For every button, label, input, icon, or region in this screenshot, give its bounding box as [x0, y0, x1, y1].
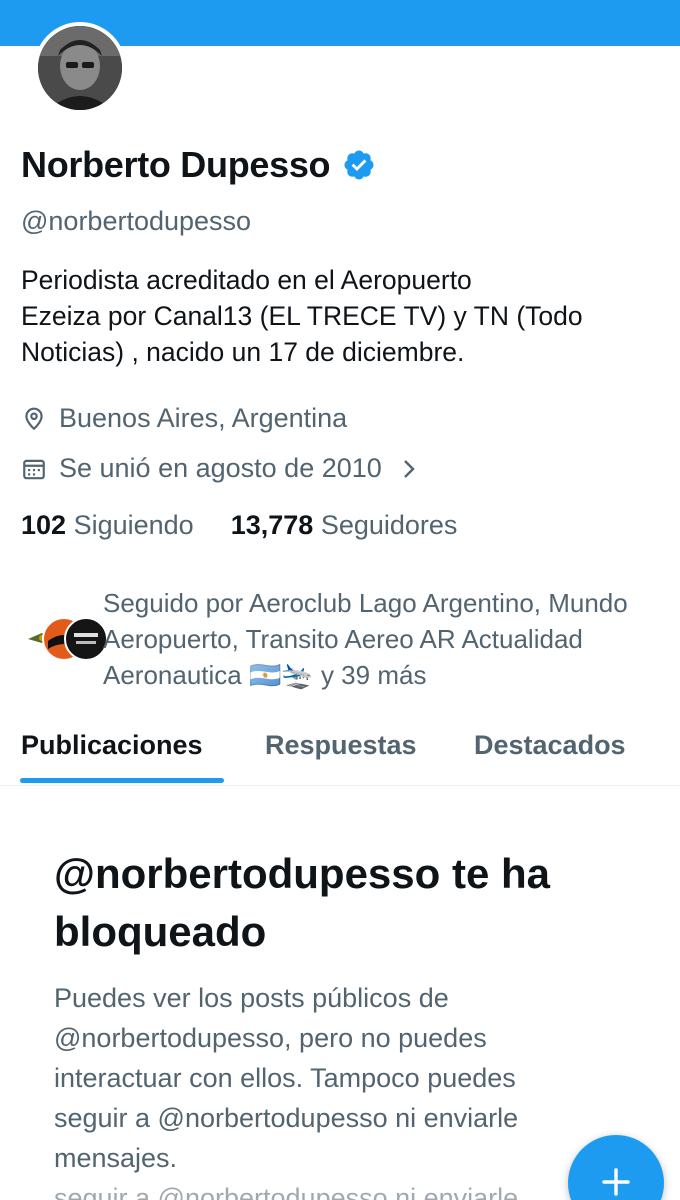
follower-avatar: [64, 617, 108, 661]
followers-label: Seguidores: [320, 510, 458, 540]
joined-text: Se unió en agosto de 2010: [59, 453, 382, 483]
profile-name: Norberto Dupesso: [21, 144, 331, 185]
followed-by-line: Seguido por Aeroclub Lago Argentino, Mun…: [103, 588, 628, 618]
profile-bio: Periodista acreditado en el Aeropuerto E…: [21, 262, 661, 370]
profile-tabs: Publicaciones Respuestas Destacados: [0, 720, 680, 786]
followed-by-text: Seguido por Aeroclub Lago Argentino, Mun…: [103, 585, 680, 693]
profile-joined[interactable]: Se unió en agosto de 2010: [21, 453, 418, 484]
bio-line: Ezeiza por Canal13 (EL TRECE TV) y TN (T…: [21, 301, 583, 331]
following-count: 102: [21, 510, 67, 540]
profile-name-row: Norberto Dupesso: [21, 141, 376, 189]
blocked-message-line: interactuar con ellos. Tampoco puedes: [54, 1063, 516, 1093]
followed-by-line: Aeropuerto, Transito Aereo AR Actualidad: [103, 624, 583, 654]
blocked-message-line: seguir a @norbertodupesso ni enviarle: [54, 1183, 519, 1200]
followers-count: 13,778: [230, 510, 314, 540]
active-tab-indicator: [20, 778, 224, 783]
blocked-message-line: mensajes.: [54, 1143, 178, 1173]
tab-destacados[interactable]: Destacados: [474, 730, 626, 761]
followed-by-avatars: [20, 617, 108, 661]
followed-by-line: Aeronautica 🇦🇷🛬 y 39 más: [103, 660, 427, 690]
bio-line: Noticias) , nacido un 17 de diciembre.: [21, 337, 465, 367]
plus-icon: [601, 1167, 631, 1197]
followers-link[interactable]: 13,778 Seguidores: [231, 510, 458, 540]
tab-publicaciones[interactable]: Publicaciones: [21, 730, 203, 761]
verified-badge-icon[interactable]: [342, 148, 376, 182]
blocked-message-line: Puedes ver los posts públicos de: [54, 983, 449, 1013]
chevron-right-icon[interactable]: [400, 457, 418, 481]
bio-line: Periodista acreditado en el Aeropuerto: [21, 265, 472, 295]
blocked-title: @norbertodupesso te ha bloqueado: [54, 845, 654, 961]
profile-location: Buenos Aires, Argentina: [21, 403, 347, 434]
blocked-message-line: seguir a @norbertodupesso ni enviarle: [54, 1103, 519, 1133]
blocked-message: Puedes ver los posts públicos de @norber…: [54, 978, 654, 1200]
blocked-title-line: @norbertodupesso te ha: [54, 850, 551, 897]
calendar-icon: [21, 456, 47, 482]
tab-respuestas[interactable]: Respuestas: [265, 730, 417, 761]
follow-stats: 102 Siguiendo 13,778 Seguidores: [21, 510, 457, 541]
following-link[interactable]: 102 Siguiendo: [21, 510, 201, 540]
location-pin-icon: [21, 406, 47, 432]
blocked-message-line: @norbertodupesso, pero no puedes: [54, 1023, 487, 1053]
profile-avatar[interactable]: [34, 22, 126, 114]
profile-handle: @norbertodupesso: [21, 206, 252, 236]
blocked-title-line: bloqueado: [54, 908, 267, 955]
following-label: Siguiendo: [73, 510, 194, 540]
location-text: Buenos Aires, Argentina: [59, 403, 348, 433]
